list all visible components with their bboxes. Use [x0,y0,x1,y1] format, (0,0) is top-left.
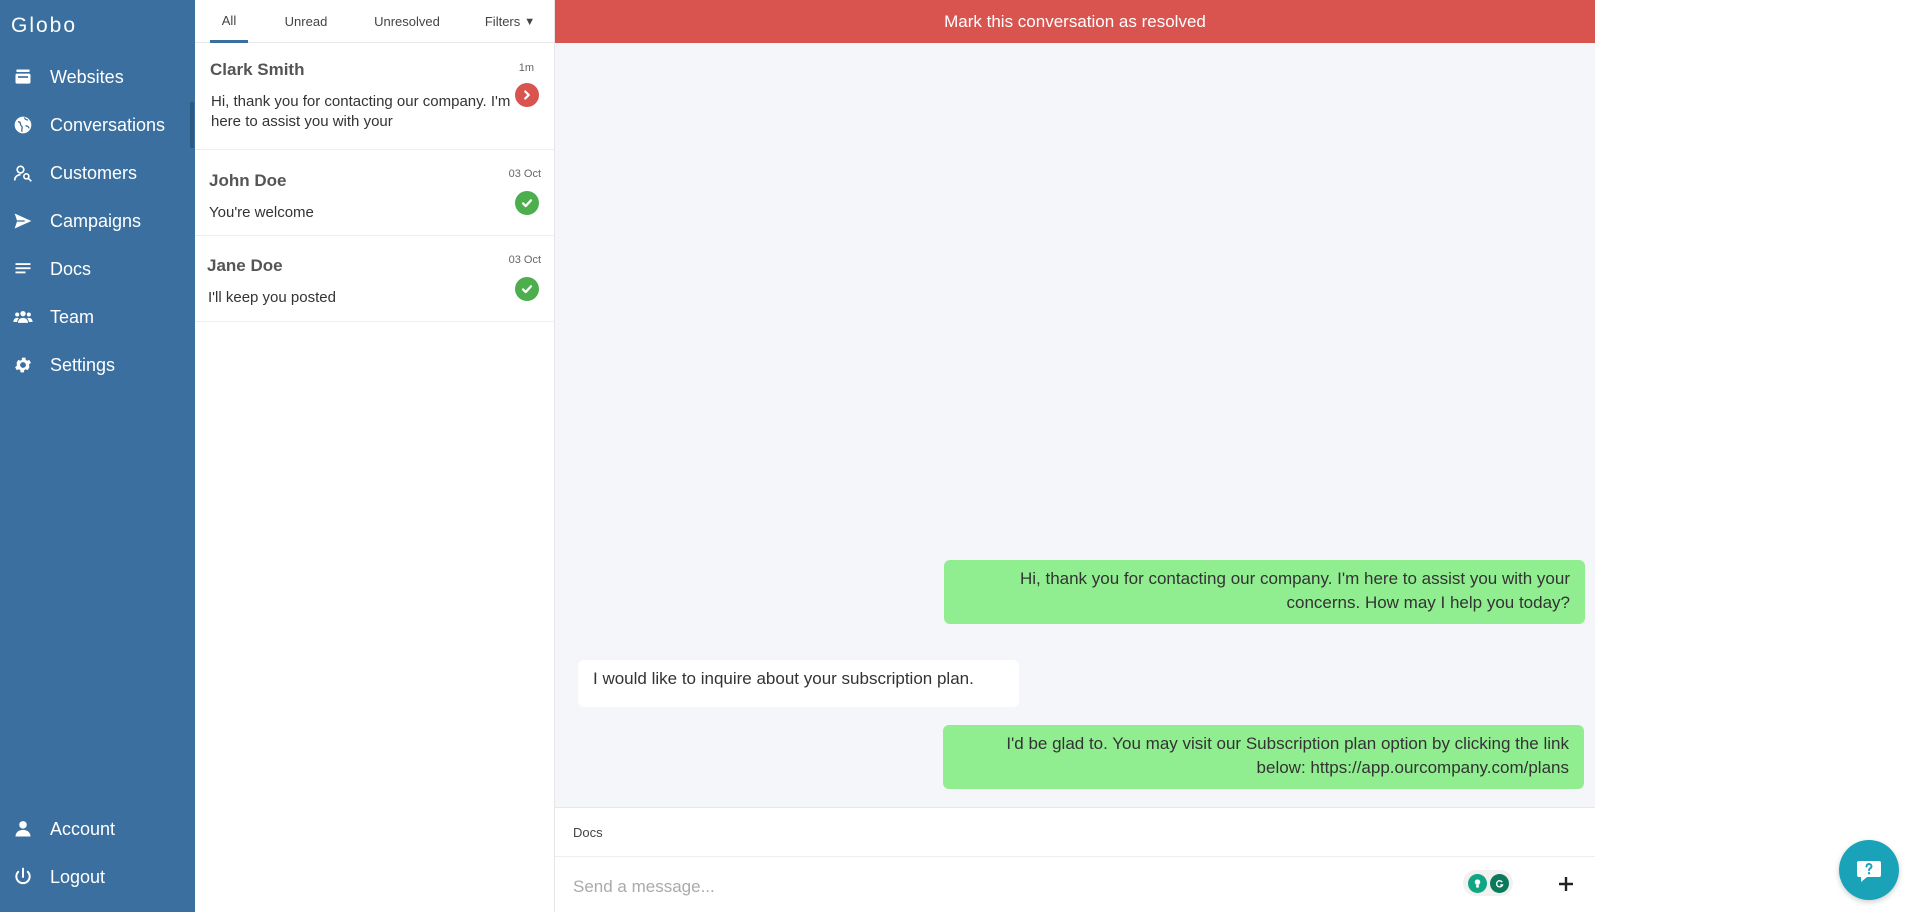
conversation-list-panel: All Unread Unresolved Filters ▼ Clark Sm… [195,0,555,912]
conversation-item[interactable]: Clark Smith Hi, thank you for contacting… [195,43,555,150]
conversation-preview: Hi, thank you for contacting our company… [211,93,511,130]
nav-item-websites[interactable]: Websites [0,57,195,97]
resolved-check-icon [515,191,539,215]
tab-unresolved[interactable]: Unresolved [362,0,452,43]
add-attachment-button[interactable] [1550,868,1582,900]
plus-icon [1559,877,1573,891]
lightbulb-icon[interactable] [1467,873,1487,893]
conversation-item[interactable]: John Doe You're welcome 03 Oct [195,150,555,236]
conversation-time: 1m [518,62,534,74]
help-chat-icon [1857,861,1881,882]
tab-label: All [221,12,237,28]
chat-panel: Mark this conversation as resolved Hi, t… [555,0,1595,912]
nav-item-customers[interactable]: Customers [0,153,195,193]
send-icon [12,210,34,232]
nav-item-docs[interactable]: Docs [0,249,195,289]
tab-label: Unread [284,14,328,29]
nav-item-logout[interactable]: Logout [0,857,195,897]
team-icon [12,306,34,328]
websites-icon [12,66,34,88]
nav-active-indicator [190,102,194,148]
tab-label: Unresolved [374,14,440,29]
power-icon [12,866,34,888]
nav-label: Docs [50,258,92,279]
help-chat-button[interactable] [1839,840,1899,900]
docs-icon [12,258,34,280]
brand-logo[interactable]: Globo [11,14,77,38]
outgoing-message: I'd be glad to. You may visit our Subscr… [943,725,1584,789]
message-input[interactable] [573,870,1453,904]
outgoing-message: Hi, thank you for contacting our company… [944,560,1585,624]
tab-label: Filters [484,14,521,29]
conversation-name: Clark Smith [210,60,305,79]
tab-unread[interactable]: Unread [270,0,342,43]
conversation-time: 03 Oct [508,254,541,266]
conversation-tabs: All Unread Unresolved Filters ▼ [195,0,555,43]
nav-label: Customers [50,162,138,183]
incoming-message: I would like to inquire about your subsc… [578,660,1019,707]
nav-item-account[interactable]: Account [0,809,195,849]
nav-label: Websites [50,66,124,87]
caret-down-icon: ▼ [524,15,536,28]
conversation-time: 03 Oct [508,168,541,180]
nav-label: Account [50,818,116,839]
globe-icon [12,114,34,136]
gear-icon [12,354,34,376]
conversation-preview: You're welcome [209,204,314,221]
conversation-name: John Doe [209,171,287,190]
customers-icon [12,162,34,184]
nav-label: Logout [50,866,106,887]
nav-label: Team [50,306,95,327]
nav-label: Settings [50,354,116,375]
message-composer: Docs [555,807,1595,912]
filters-dropdown[interactable]: Filters ▼ [475,0,545,43]
user-icon [12,818,34,840]
conversation-name: Jane Doe [207,256,283,275]
nav-item-campaigns[interactable]: Campaigns [0,201,195,241]
conversation-preview: I'll keep you posted [208,289,336,306]
conversation-item[interactable]: Jane Doe I'll keep you posted 03 Oct [195,236,555,322]
nav-label: Campaigns [50,210,142,231]
nav-item-team[interactable]: Team [0,297,195,337]
resolved-check-icon [515,277,539,301]
mark-resolved-button[interactable]: Mark this conversation as resolved [555,0,1595,43]
tab-all[interactable]: All [210,0,248,43]
nav-item-settings[interactable]: Settings [0,345,195,385]
composer-divider [555,856,1595,857]
nav-item-conversations[interactable]: Conversations [0,105,195,145]
sidebar: Globo Websites Conversations Customers C… [0,0,195,912]
nav-label: Conversations [50,114,166,135]
docs-link[interactable]: Docs [573,825,603,840]
extension-icons [1463,870,1513,896]
open-status-icon [515,83,539,107]
grammarly-icon[interactable] [1489,873,1509,893]
